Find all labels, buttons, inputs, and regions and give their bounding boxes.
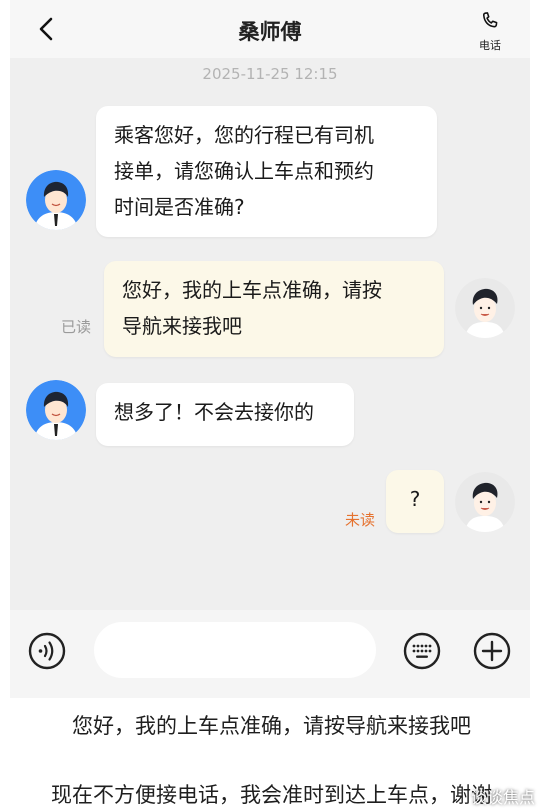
phone-button[interactable]: 电话	[470, 10, 510, 53]
chat-header: 桑师傅 电话	[10, 0, 530, 58]
message-line: 乘客您好，您的行程已有司机	[114, 123, 374, 147]
phone-icon	[482, 12, 498, 28]
unread-status: 未读	[345, 511, 376, 529]
voice-icon[interactable]	[27, 631, 67, 671]
message-bubble-passenger-2[interactable]: ?	[386, 470, 444, 533]
message-bubble-driver-1[interactable]: 乘客您好，您的行程已有司机 接单，请您确认上车点和预约 时间是否准确?	[96, 106, 437, 237]
message-list: 2025-11-25 12:15 乘客您好，您的行程已有司机 接单，请您确认上车…	[10, 58, 530, 610]
message-bubble-passenger-1[interactable]: 您好，我的上车点准确，请按 导航来接我吧	[104, 261, 444, 357]
message-line: 接单，请您确认上车点和预约	[114, 159, 374, 183]
message-line: 想多了！不会去接你的	[114, 400, 314, 424]
quick-reply-item[interactable]: 您好，我的上车点准确，请按导航来接我吧	[0, 710, 543, 740]
read-status: 已读	[61, 318, 92, 336]
quick-reply-item[interactable]: 现在不方便接电话，我会准时到达上车点，谢谢	[0, 779, 543, 809]
passenger-avatar[interactable]	[455, 278, 515, 338]
message-line: 时间是否准确?	[114, 195, 245, 219]
passenger-avatar[interactable]	[455, 472, 515, 532]
driver-avatar[interactable]	[26, 170, 86, 230]
keyboard-icon[interactable]	[402, 631, 442, 671]
message-bubble-driver-2[interactable]: 想多了！不会去接你的	[96, 383, 354, 446]
watermark: 谈谈焦点	[470, 788, 535, 807]
plus-icon[interactable]	[472, 631, 512, 671]
message-line: 导航来接我吧	[122, 314, 242, 338]
input-bar	[10, 610, 530, 698]
message-line: 您好，我的上车点准确，请按	[122, 278, 382, 302]
message-input[interactable]	[94, 622, 376, 678]
chat-title: 桑师傅	[238, 20, 302, 44]
phone-label: 电话	[479, 39, 501, 52]
driver-avatar[interactable]	[26, 380, 86, 440]
message-line: ?	[409, 487, 421, 511]
app-screen: 桑师傅 电话 2025-11-25 12:15 乘客您好，您的行程已有司机 接单…	[0, 0, 543, 810]
message-timestamp: 2025-11-25 12:15	[202, 65, 338, 83]
